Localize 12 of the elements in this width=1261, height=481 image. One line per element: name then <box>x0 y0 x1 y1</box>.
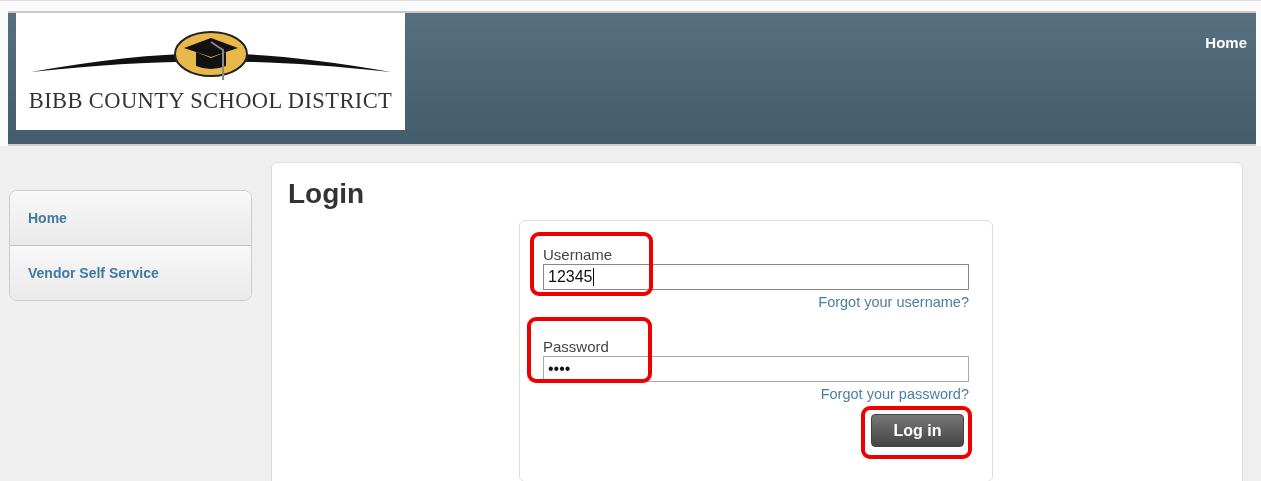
field-label: Password <box>543 338 610 356</box>
input-field[interactable]: 12345 <box>543 264 969 290</box>
input-field[interactable]: •••• <box>543 356 969 382</box>
logo-text: BIBB COUNTY SCHOOL DISTRICT <box>28 87 393 114</box>
sidebar-item[interactable]: Vendor Self Service <box>10 245 251 300</box>
sidebar-item[interactable]: Home <box>10 191 251 245</box>
forgot-link[interactable]: Forgot your password? <box>820 386 969 402</box>
login-button[interactable]: Log in <box>871 414 964 447</box>
forgot-link[interactable]: Forgot your username? <box>818 294 969 310</box>
field-label: Username <box>543 246 614 264</box>
nav-link[interactable]: Home <box>1205 34 1247 51</box>
page-title: Login <box>288 178 366 210</box>
